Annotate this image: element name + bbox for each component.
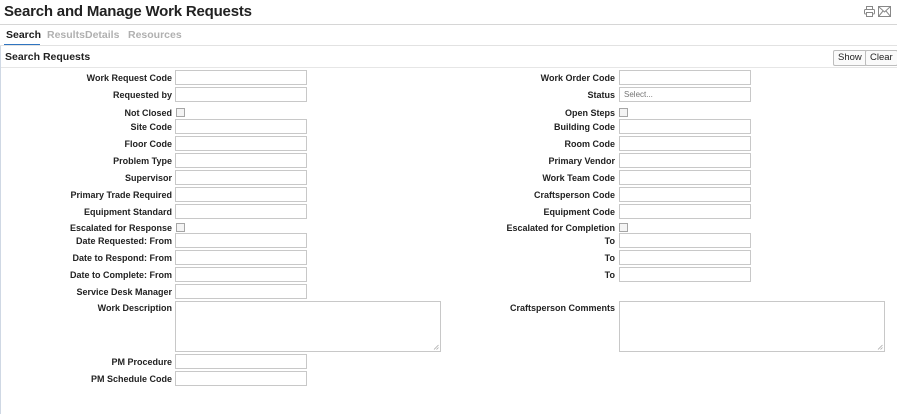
title-bar: Search and Manage Work Requests (0, 0, 897, 24)
site-code-label: Site Code (130, 122, 172, 132)
site-code-input[interactable] (175, 119, 307, 134)
pm-schedule-code-input[interactable] (175, 371, 307, 386)
escalated-for-completion-label: Escalated for Completion (506, 223, 615, 233)
primary-vendor-input[interactable] (619, 153, 751, 168)
date-to-respond-to-input[interactable] (619, 250, 751, 265)
email-icon[interactable] (878, 6, 891, 17)
problem-type-label: Problem Type (113, 156, 172, 166)
escalated-for-response-checkbox[interactable] (176, 223, 185, 232)
pm-procedure-label: PM Procedure (111, 357, 172, 367)
supervisor-label: Supervisor (124, 173, 172, 183)
status-label: Status (587, 90, 615, 100)
date-requested-to-label: To (604, 236, 615, 246)
page-title: Search and Manage Work Requests (4, 3, 252, 20)
date-to-complete-from-label: Date to Complete: From (69, 270, 172, 280)
work-request-code-input[interactable] (175, 70, 307, 85)
date-to-respond-to-label: To (604, 253, 615, 263)
date-to-complete-from-input[interactable] (175, 267, 307, 282)
tab-results[interactable]: Results (47, 29, 85, 41)
tab-divider (0, 45, 897, 46)
work-description-textarea[interactable] (175, 301, 441, 352)
craftsperson-comments-textarea[interactable] (619, 301, 885, 352)
date-requested-to-input[interactable] (619, 233, 751, 248)
tab-search[interactable]: Search (6, 29, 41, 41)
room-code-label: Room Code (564, 139, 616, 149)
left-border (0, 46, 1, 414)
pm-schedule-code-label: PM Schedule Code (90, 374, 172, 384)
tab-resources[interactable]: Resources (128, 29, 182, 41)
primary-trade-required-label: Primary Trade Required (70, 190, 172, 200)
primary-trade-required-input[interactable] (175, 187, 307, 202)
craftsperson-code-label: Craftsperson Code (533, 190, 615, 200)
floor-code-input[interactable] (175, 136, 307, 151)
service-desk-manager-input[interactable] (175, 284, 307, 299)
work-description-label: Work Description (97, 303, 172, 313)
print-icon[interactable] (864, 6, 875, 17)
status-select[interactable] (619, 87, 751, 102)
work-team-code-input[interactable] (619, 170, 751, 185)
section-title: Search Requests (5, 51, 91, 63)
building-code-input[interactable] (619, 119, 751, 134)
resize-grip-icon[interactable] (433, 344, 439, 350)
tab-bar: Search Results Details Resources (0, 24, 897, 46)
show-button[interactable]: Show (833, 50, 867, 66)
building-code-label: Building Code (554, 122, 615, 132)
equipment-code-label: Equipment Code (543, 207, 616, 217)
section-divider (1, 67, 897, 68)
date-requested-from-input[interactable] (175, 233, 307, 248)
date-requested-from-label: Date Requested: From (75, 236, 172, 246)
work-order-code-input[interactable] (619, 70, 751, 85)
work-team-code-label: Work Team Code (542, 173, 615, 183)
resize-grip-icon[interactable] (877, 344, 883, 350)
date-to-complete-to-input[interactable] (619, 267, 751, 282)
tab-details[interactable]: Details (85, 29, 119, 41)
problem-type-input[interactable] (175, 153, 307, 168)
title-actions (864, 6, 891, 17)
open-steps-label: Open Steps (564, 108, 615, 118)
service-desk-manager-label: Service Desk Manager (76, 287, 172, 297)
floor-code-label: Floor Code (124, 139, 173, 149)
work-order-code-label: Work Order Code (540, 73, 615, 83)
date-to-respond-from-label: Date to Respond: From (72, 253, 172, 263)
equipment-code-input[interactable] (619, 204, 751, 219)
primary-vendor-label: Primary Vendor (548, 156, 615, 166)
work-request-code-label: Work Request Code (86, 73, 172, 83)
room-code-input[interactable] (619, 136, 751, 151)
requested-by-input[interactable] (175, 87, 307, 102)
craftsperson-code-input[interactable] (619, 187, 751, 202)
not-closed-checkbox[interactable] (176, 108, 185, 117)
open-steps-checkbox[interactable] (619, 108, 628, 117)
date-to-complete-to-label: To (604, 270, 615, 280)
escalated-for-completion-checkbox[interactable] (619, 223, 628, 232)
date-to-respond-from-input[interactable] (175, 250, 307, 265)
pm-procedure-input[interactable] (175, 354, 307, 369)
supervisor-input[interactable] (175, 170, 307, 185)
escalated-for-response-label: Escalated for Response (69, 223, 172, 233)
not-closed-label: Not Closed (124, 108, 172, 118)
craftsperson-comments-label: Craftsperson Comments (509, 303, 615, 313)
clear-button[interactable]: Clear (865, 50, 897, 66)
equipment-standard-input[interactable] (175, 204, 307, 219)
requested-by-label: Requested by (112, 90, 172, 100)
equipment-standard-label: Equipment Standard (83, 207, 172, 217)
